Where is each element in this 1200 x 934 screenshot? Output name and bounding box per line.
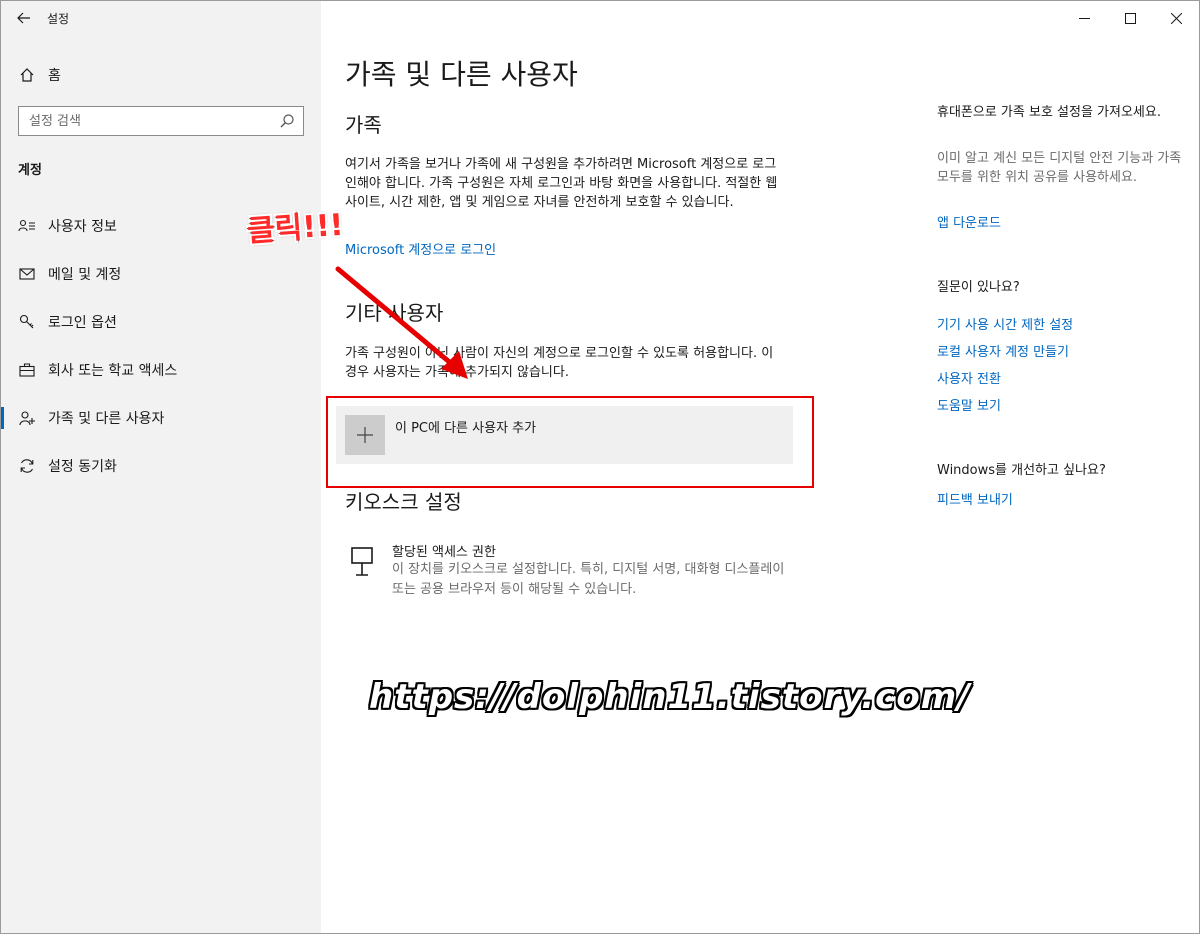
help-link-switch-user[interactable]: 사용자 전환 xyxy=(937,368,1001,387)
search-box[interactable] xyxy=(18,106,304,136)
key-icon xyxy=(17,312,37,332)
minimize-button[interactable] xyxy=(1061,1,1107,35)
nav-home[interactable]: 홈 xyxy=(1,55,321,95)
sync-icon xyxy=(17,456,37,476)
improve-title: Windows를 개선하고 싶나요? xyxy=(937,463,1106,478)
plus-icon xyxy=(357,427,373,443)
nav-family-other-users[interactable]: 가족 및 다른 사용자 xyxy=(1,398,321,438)
nav-work-school[interactable]: 회사 또는 학교 액세스 xyxy=(1,350,321,390)
assigned-access-title: 할당된 액세스 권한 xyxy=(392,545,496,560)
person-add-icon xyxy=(17,408,37,428)
nav-mail-accounts[interactable]: 메일 및 계정 xyxy=(1,254,321,294)
nav-sign-in-options-label: 로그인 옵션 xyxy=(48,315,117,331)
close-button[interactable] xyxy=(1153,1,1199,35)
microsoft-sign-in-link[interactable]: Microsoft 계정으로 로그인 xyxy=(345,239,496,258)
app-title: 설정 xyxy=(47,11,70,26)
add-other-user-button[interactable]: 이 PC에 다른 사용자 추가 xyxy=(336,406,793,464)
section-heading-accounts: 계정 xyxy=(18,163,42,178)
close-icon xyxy=(1170,12,1182,24)
settings-window: 설정 홈 계정 사용자 정보 메일 및 계정 xyxy=(0,0,1200,934)
nav-mail-accounts-label: 메일 및 계정 xyxy=(48,267,122,283)
help-title: 질문이 있나요? xyxy=(937,280,1020,295)
active-indicator xyxy=(1,407,4,429)
search-icon xyxy=(280,114,294,128)
other-users-description: 가족 구성원이 아닌 사람이 자신의 계정으로 로그인할 수 있도록 허용합니다… xyxy=(345,346,774,380)
nav-sync-settings[interactable]: 설정 동기화 xyxy=(1,446,321,486)
feedback-link[interactable]: 피드백 보내기 xyxy=(937,489,1013,508)
page-title: 가족 및 다른 사용자 xyxy=(345,58,578,91)
titlebar: 설정 xyxy=(1,1,321,35)
mail-icon xyxy=(17,264,37,284)
maximize-icon xyxy=(1124,12,1136,24)
kiosk-icon xyxy=(351,547,373,576)
nav-sync-settings-label: 설정 동기화 xyxy=(48,459,117,475)
help-link-local-account[interactable]: 로컬 사용자 계정 만들기 xyxy=(937,341,1069,360)
help-link-get-help[interactable]: 도움말 보기 xyxy=(937,395,1001,414)
back-button[interactable] xyxy=(1,1,47,35)
watermark: https://dolphin11.tistory.com/ xyxy=(369,677,971,717)
sidebar: 설정 홈 계정 사용자 정보 메일 및 계정 xyxy=(1,1,321,933)
user-info-icon xyxy=(17,216,37,236)
minimize-icon xyxy=(1078,17,1090,19)
click-annotation: 클릭!!! xyxy=(246,207,345,250)
family-description: 여기서 가족을 보거나 가족에 새 구성원을 추가하려면 Microsoft 계… xyxy=(345,157,778,210)
nav-user-info-label: 사용자 정보 xyxy=(48,219,117,235)
add-other-user-label: 이 PC에 다른 사용자 추가 xyxy=(395,421,537,436)
help-link-screen-time[interactable]: 기기 사용 시간 제한 설정 xyxy=(937,314,1073,333)
window-controls xyxy=(1061,1,1199,35)
kiosk-heading: 키오스크 설정 xyxy=(345,490,462,514)
promo-title: 휴대폰으로 가족 보호 설정을 가져오세요. xyxy=(937,105,1161,120)
nav-home-label: 홈 xyxy=(48,68,61,84)
home-icon xyxy=(17,65,37,85)
nav-sign-in-options[interactable]: 로그인 옵션 xyxy=(1,302,321,342)
nav-family-other-users-label: 가족 및 다른 사용자 xyxy=(48,411,165,427)
family-heading: 가족 xyxy=(345,113,382,137)
plus-icon-box xyxy=(345,415,385,455)
app-download-link[interactable]: 앱 다운로드 xyxy=(937,212,1001,231)
assigned-access-item[interactable]: 할당된 액세스 권한 이 장치를 키오스크로 설정합니다. 특히, 디지털 서명… xyxy=(345,541,805,601)
other-users-heading: 기타 사용자 xyxy=(345,301,444,325)
maximize-button[interactable] xyxy=(1107,1,1153,35)
nav-work-school-label: 회사 또는 학교 액세스 xyxy=(48,363,178,379)
assigned-access-description: 이 장치를 키오스크로 설정합니다. 특히, 디지털 서명, 대화형 디스플레이… xyxy=(392,562,785,597)
promo-description: 이미 알고 계신 모든 디지털 안전 기능과 가족 모두를 위한 위치 공유를 … xyxy=(937,151,1182,185)
search-input[interactable] xyxy=(19,113,269,129)
back-arrow-icon xyxy=(17,12,30,24)
briefcase-icon xyxy=(17,360,37,380)
